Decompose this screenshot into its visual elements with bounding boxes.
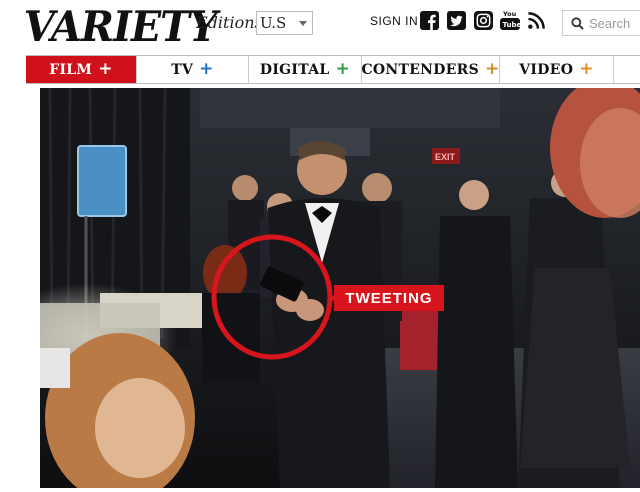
plus-icon: + (199, 59, 214, 79)
nav-item-contenders[interactable]: CONTENDERS + (361, 56, 500, 83)
nav-item-label: CONTENDERS (361, 61, 480, 78)
youtube-icon[interactable]: You Tube (500, 9, 520, 31)
nav-item-digital[interactable]: DIGITAL + (249, 56, 362, 83)
chevron-down-icon (299, 21, 307, 26)
plus-icon: + (335, 59, 351, 79)
rss-icon[interactable] (527, 11, 546, 30)
svg-text:Tube: Tube (503, 21, 521, 29)
nav-item-film[interactable]: FILM + (26, 56, 137, 83)
search-input[interactable] (589, 14, 640, 32)
search-box[interactable] (562, 10, 640, 36)
edition-select[interactable]: U.S (256, 11, 313, 35)
plus-icon: + (579, 59, 594, 79)
tweeting-annotation-label: TWEETING (334, 285, 444, 311)
nav-item-tv[interactable]: TV + (137, 56, 249, 83)
search-icon (571, 17, 584, 30)
nav-item-label: FILM (49, 61, 93, 78)
hero-photo[interactable]: EXIT TWEETING (40, 88, 640, 488)
plus-icon: + (485, 59, 500, 79)
instagram-icon[interactable] (474, 11, 493, 30)
nav-item-label: VIDEO (519, 61, 574, 78)
facebook-icon[interactable] (420, 11, 439, 30)
nav-item-label: DIGITAL (259, 61, 330, 78)
svg-text:You: You (502, 10, 517, 18)
nav-item-label: TV (171, 61, 194, 78)
plus-icon: + (98, 59, 113, 79)
sign-in-link[interactable]: SIGN IN (370, 14, 418, 28)
main-nav: FILM + TV + DIGITAL + CONTENDERS + VIDEO… (26, 55, 640, 84)
nav-item-more[interactable] (614, 56, 640, 83)
edition-select-value: U.S (260, 14, 287, 32)
twitter-icon[interactable] (447, 11, 466, 30)
nav-item-video[interactable]: VIDEO + (500, 56, 614, 83)
variety-logo[interactable]: VARIETY (19, 2, 220, 51)
exit-sign-text: EXIT (435, 152, 456, 162)
site-header: VARIETY Editions: U.S SIGN IN You Tube (0, 0, 640, 52)
